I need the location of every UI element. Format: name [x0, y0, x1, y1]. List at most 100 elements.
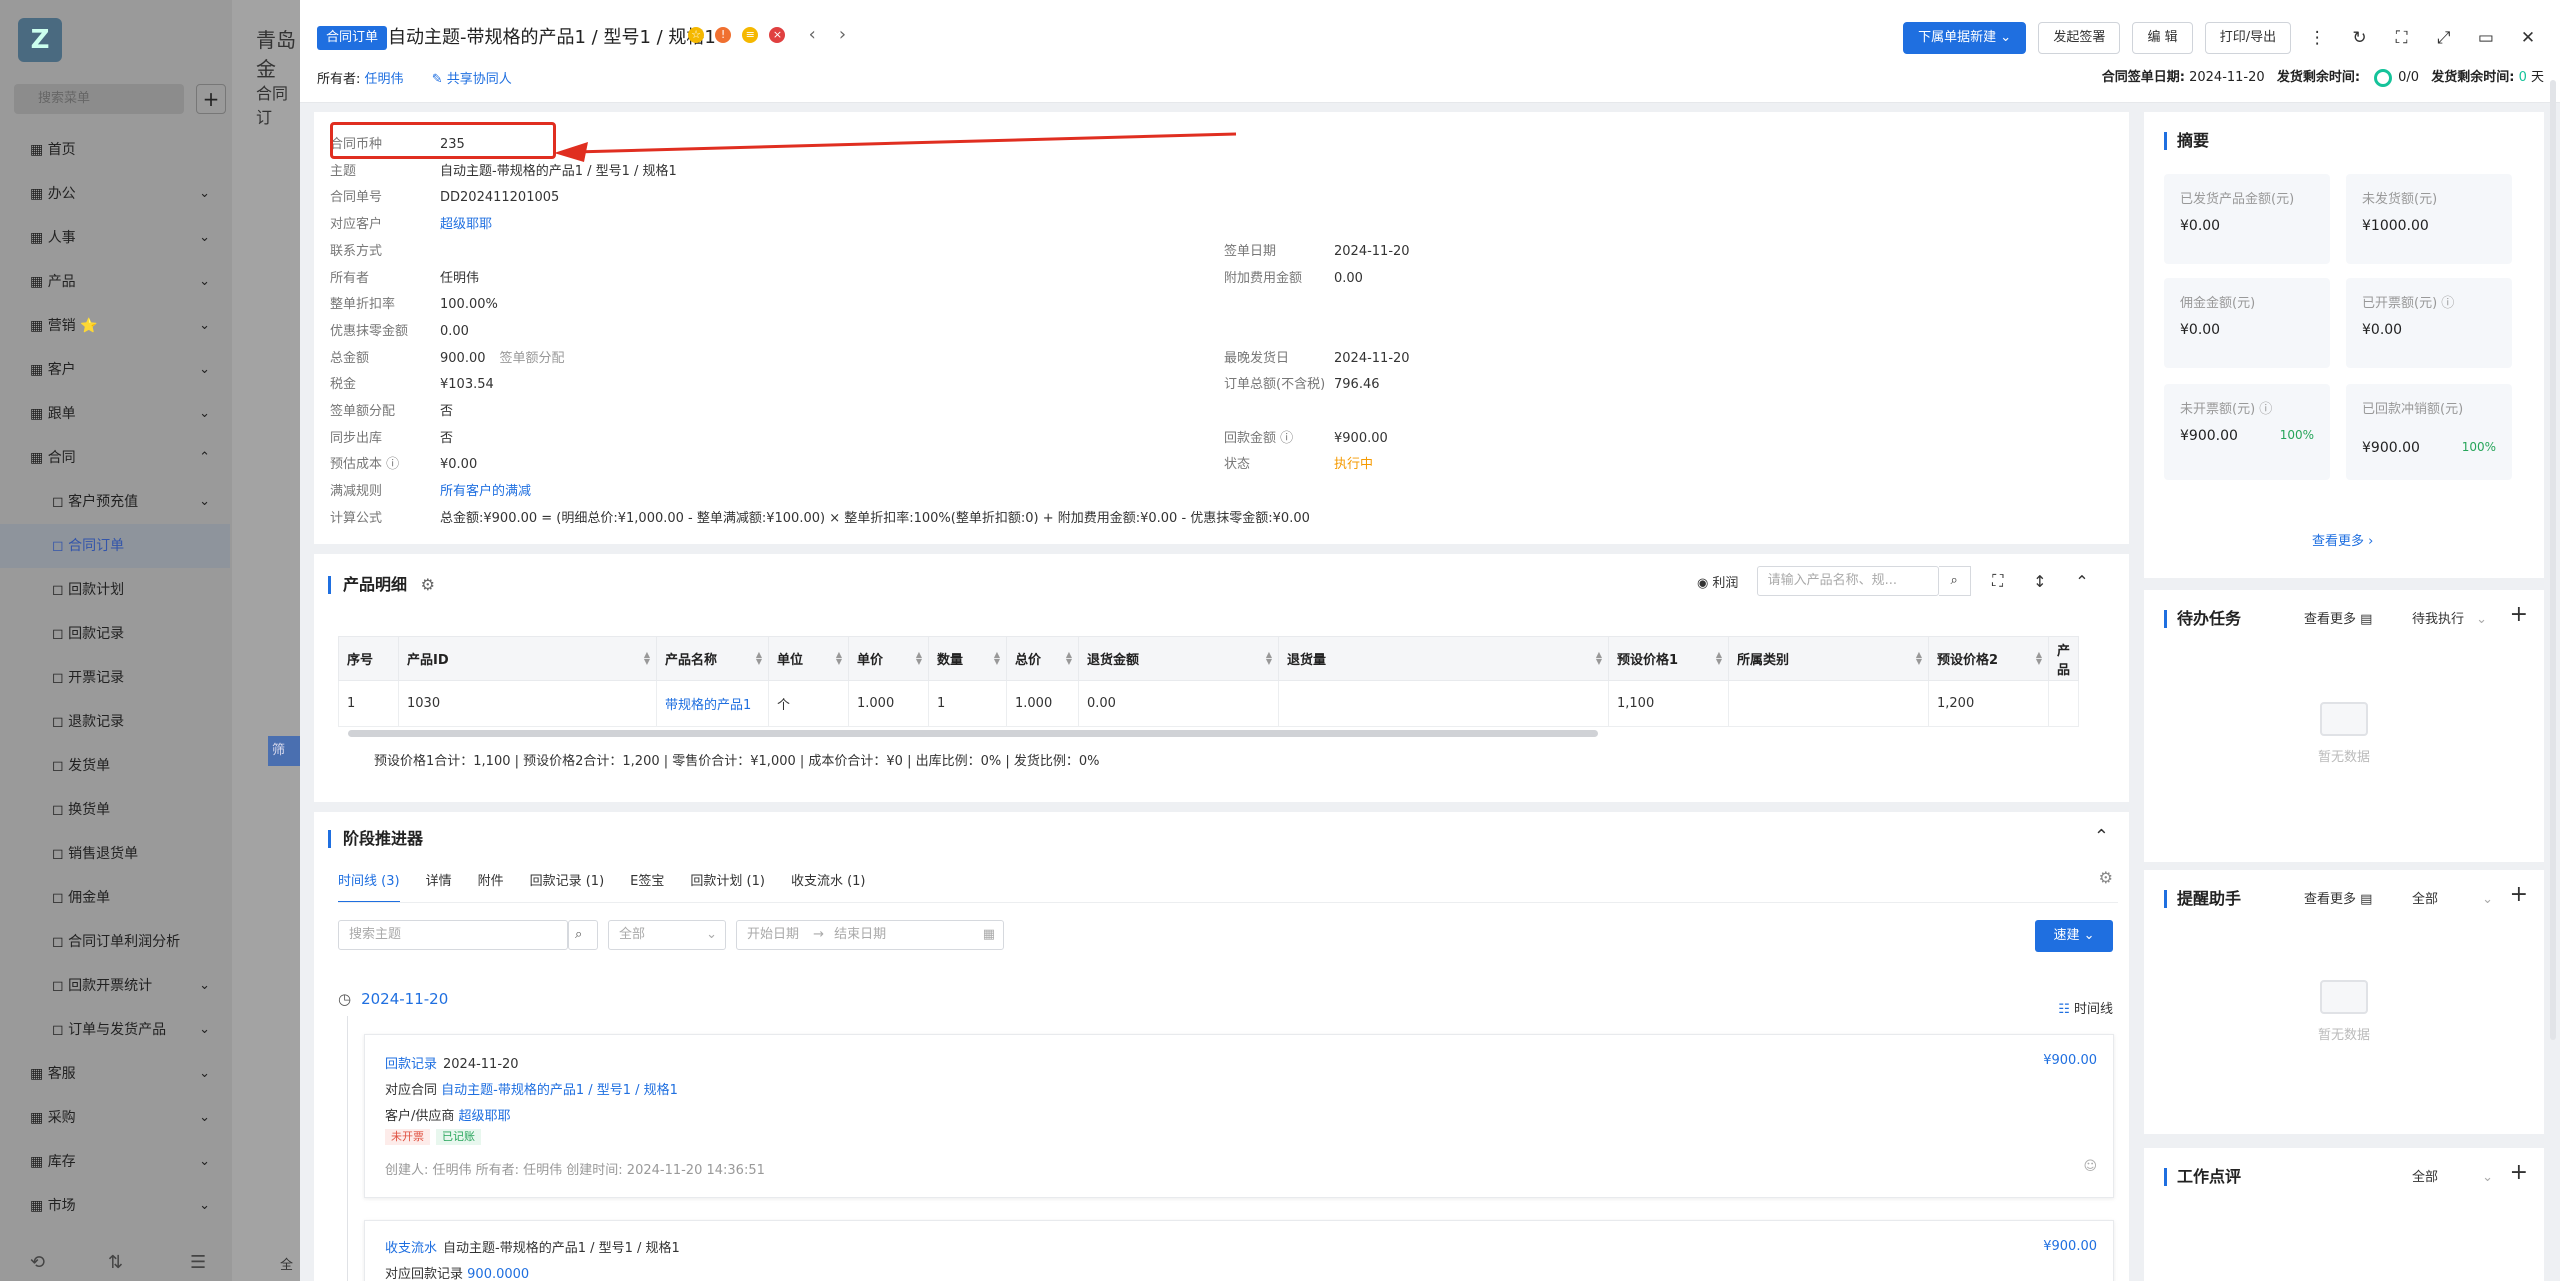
column-header[interactable]: 预设价格1 ▲ ▼ — [1608, 636, 1729, 681]
column-header[interactable]: 预设价格2 ▲ ▼ — [1928, 636, 2049, 681]
field-value[interactable]: 所有客户的满减 — [440, 484, 531, 499]
stage-tab[interactable]: 回款计划 (1) — [690, 870, 765, 901]
cancel-icon[interactable]: × — [769, 27, 786, 43]
sort-icon[interactable]: ▲ ▼ — [756, 651, 762, 666]
column-header[interactable]: 所属类别 ▲ ▼ — [1728, 636, 1929, 681]
sort-icon[interactable]: ▲ ▼ — [1066, 651, 1072, 666]
column-header[interactable]: 产品 — [2047, 636, 2080, 681]
sidebar-item[interactable]: ▦ 市场 ⌄ — [0, 1184, 230, 1228]
open-link-icon[interactable]: ⤢ — [2428, 22, 2460, 54]
product-search-input[interactable]: 请输入产品名称、规... — [1756, 566, 1939, 596]
settings-icon[interactable]: ⚙ — [421, 575, 435, 594]
sidebar-item[interactable]: ◻ 订单与发货产品 ⌄ — [0, 1008, 230, 1052]
sort-icon[interactable]: ▲ ▼ — [1916, 651, 1922, 666]
type-select[interactable]: 全部 ⌄ — [608, 920, 726, 950]
sidebar-item[interactable]: ◻ 销售退货单 — [0, 832, 230, 876]
column-header[interactable]: 序号 — [338, 636, 399, 681]
sort-icon[interactable]: ▲ ▼ — [1716, 651, 1722, 666]
minimize-icon[interactable]: ▭ — [2470, 22, 2502, 54]
sidebar-item[interactable]: ◻ 客户预充值 ⌄ — [0, 480, 230, 524]
timeline-event-cashflow[interactable]: 收支流水 自动主题-带规格的产品1 / 型号1 / 规格1 ¥900.00 对应回… — [364, 1220, 2114, 1281]
initiate-sign-button[interactable]: 发起签署 — [2038, 22, 2121, 54]
sidebar-item[interactable]: ▦ 库存 ⌄ — [0, 1140, 230, 1184]
collapse-icon[interactable]: ⌃ — [2067, 572, 2097, 591]
sidebar-item[interactable]: ◻ 合同订单 — [0, 524, 230, 568]
add-review-button[interactable]: + — [2510, 1160, 2528, 1185]
profit-radio[interactable]: ◉ 利润 — [1697, 572, 1739, 591]
summary-more-link[interactable]: 查看更多 › — [2312, 530, 2373, 549]
stage-tab[interactable]: 详情 — [426, 870, 452, 901]
alert-icon[interactable]: ! — [715, 27, 732, 43]
star-icon[interactable]: ☆ — [688, 27, 704, 43]
collapse-stage-icon[interactable]: ⌃ — [2094, 826, 2109, 847]
quick-create-button[interactable]: 速建 ⌄ — [2035, 920, 2113, 952]
sidebar-item[interactable]: ▦ 客服 ⌄ — [0, 1052, 230, 1096]
owner-link[interactable]: 任明伟 — [365, 72, 404, 87]
sidebar-item[interactable]: ◻ 换货单 — [0, 788, 230, 832]
reminder-filter-select[interactable]: 全部 ⌄ — [2412, 888, 2493, 907]
fullscreen-icon[interactable]: ⛶ — [2386, 22, 2418, 54]
todo-filter-select[interactable]: 待我执行 ⌄ — [2412, 608, 2487, 627]
sidebar-item[interactable]: ▦ 跟单 ⌄ — [0, 392, 230, 436]
stage-settings-icon[interactable]: ⚙ — [2099, 868, 2113, 887]
more-options-icon[interactable]: ⋮ — [2301, 22, 2333, 54]
payment-link[interactable]: 900.0000 — [467, 1267, 529, 1281]
sidebar-item[interactable]: ◻ 回款开票统计 ⌄ — [0, 964, 230, 1008]
add-menu-button[interactable]: + — [196, 84, 226, 114]
sidebar-item[interactable]: ▦ 办公 ⌄ — [0, 172, 230, 216]
todo-more-link[interactable]: 查看更多 ▤ — [2304, 608, 2372, 627]
edit-button[interactable]: 编 辑 — [2132, 22, 2193, 54]
sidebar-item[interactable]: ▦ 客户 ⌄ — [0, 348, 230, 392]
review-filter-select[interactable]: 全部 ⌄ — [2412, 1166, 2493, 1185]
column-header[interactable]: 退货量 ▲ ▼ — [1278, 636, 1609, 681]
menu-icon[interactable]: ☰ — [190, 1252, 206, 1273]
search-icon[interactable]: ⌕ — [568, 920, 598, 950]
table-horizontal-scrollbar[interactable] — [348, 730, 1598, 737]
reminder-more-link[interactable]: 查看更多 ▤ — [2304, 888, 2372, 907]
sidebar-item[interactable]: ◻ 回款记录 — [0, 612, 230, 656]
sidebar-item[interactable]: ▦ 营销 ⭐ ⌄ — [0, 304, 230, 348]
sort-icon[interactable]: ▲ ▼ — [916, 651, 922, 666]
stage-tab[interactable]: 收支流水 (1) — [791, 870, 866, 901]
column-header[interactable]: 总价 ▲ ▼ — [1006, 636, 1079, 681]
sort-icon[interactable]: ↕ — [2025, 572, 2055, 591]
sidebar-item[interactable]: ▦ 合同 ⌃ — [0, 436, 230, 480]
column-header[interactable]: 退货金额 ▲ ▼ — [1078, 636, 1279, 681]
stage-tab[interactable]: 回款记录 (1) — [530, 870, 605, 901]
table-cell[interactable]: 带规格的产品1 — [656, 680, 769, 727]
panel-vertical-scrollbar[interactable] — [2550, 80, 2556, 1040]
new-sub-document-button[interactable]: 下属单据新建 ⌄ — [1903, 22, 2027, 54]
history-icon[interactable]: ⟲ — [30, 1252, 45, 1273]
customer-link[interactable]: 超级耶耶 — [459, 1109, 511, 1124]
print-export-button[interactable]: 打印/导出 — [2204, 22, 2292, 54]
table-row[interactable]: 1 1030 带规格的产品1 个 1.000 1 1.000 0.00 1,100 1,200 — [338, 680, 2080, 727]
sort-icon[interactable]: ▲ ▼ — [994, 651, 1000, 666]
menu-search-input[interactable]: 搜索菜单 — [14, 84, 184, 114]
sort-icon[interactable]: ▲ ▼ — [644, 651, 650, 666]
sidebar-item[interactable]: ▦ 首页 — [0, 128, 230, 172]
contract-link[interactable]: 自动主题-带规格的产品1 / 型号1 / 规格1 — [441, 1083, 678, 1098]
sidebar-item[interactable]: ◻ 回款计划 — [0, 568, 230, 612]
column-header[interactable]: 单位 ▲ ▼ — [768, 636, 849, 681]
filter-icon[interactable]: ⇅ — [108, 1252, 123, 1273]
share-collaborators-link[interactable]: ✎ 共享协同人 — [432, 72, 512, 87]
sidebar-item[interactable]: ▦ 产品 ⌄ — [0, 260, 230, 304]
column-header[interactable]: 数量 ▲ ▼ — [928, 636, 1007, 681]
timeline-event-payment[interactable]: 回款记录 2024-11-20 ¥900.00 对应合同 自动主题-带规格的产品1… — [364, 1034, 2114, 1198]
sidebar-item[interactable]: ▦ 采购 ⌄ — [0, 1096, 230, 1140]
search-icon[interactable]: ⌕ — [1938, 566, 1971, 596]
stage-tab[interactable]: 附件 — [478, 870, 504, 901]
stage-tab[interactable]: E签宝 — [630, 870, 664, 901]
sort-icon[interactable]: ▲ ▼ — [2036, 651, 2042, 666]
add-reminder-button[interactable]: + — [2510, 882, 2528, 907]
prev-record-icon[interactable]: ‹ — [809, 26, 816, 44]
sidebar-item[interactable]: ▦ 人事 ⌄ — [0, 216, 230, 260]
add-todo-button[interactable]: + — [2510, 602, 2528, 627]
topic-search-input[interactable]: 搜索主题 — [338, 920, 568, 950]
next-record-icon[interactable]: › — [839, 26, 846, 44]
sidebar-item[interactable]: ◻ 合同订单利润分析 — [0, 920, 230, 964]
column-header[interactable]: 单价 ▲ ▼ — [848, 636, 929, 681]
refresh-icon[interactable]: ↻ — [2343, 22, 2375, 54]
sidebar-item[interactable]: ◻ 发货单 — [0, 744, 230, 788]
sidebar-item[interactable]: ◻ 佣金单 — [0, 876, 230, 920]
